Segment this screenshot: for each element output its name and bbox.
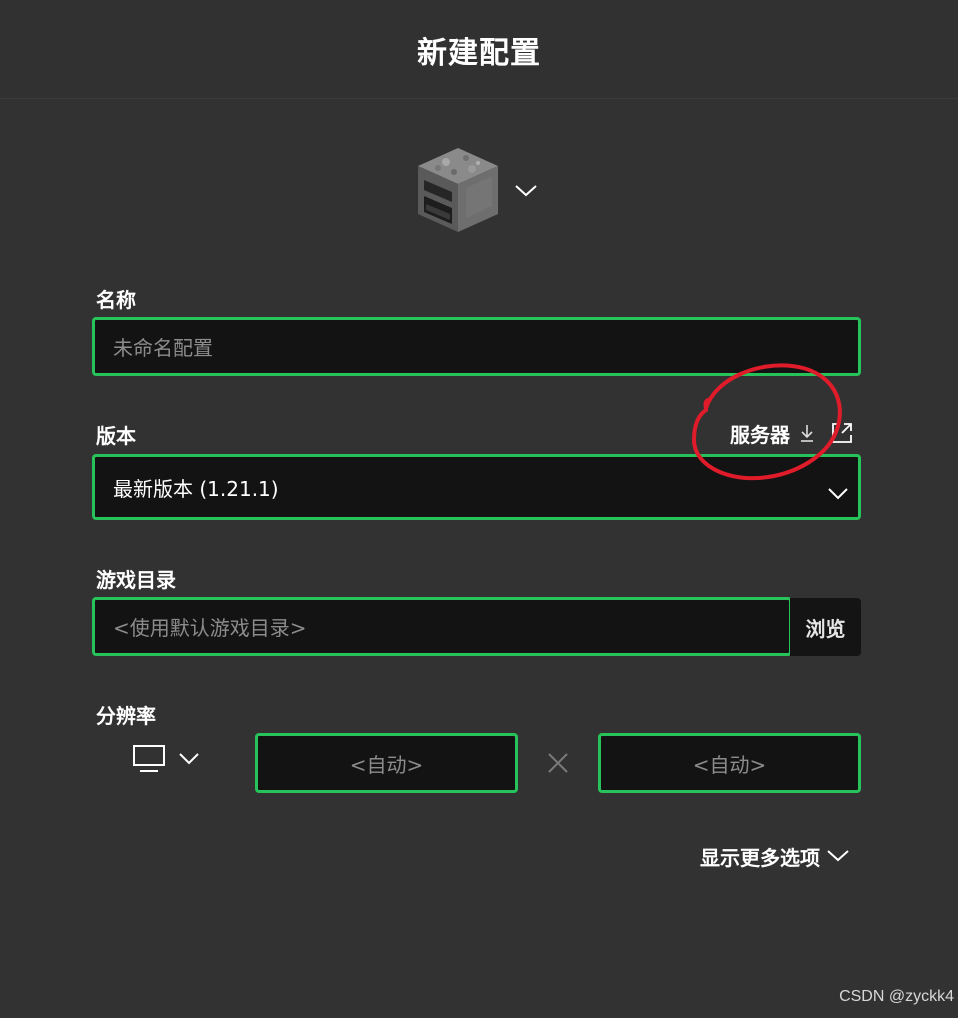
name-input[interactable]: 未命名配置 [92,317,861,376]
display-preset-dropdown[interactable] [132,744,202,778]
height-placeholder: <自动> [692,752,767,777]
monitor-icon [133,745,165,772]
profile-icon-picker[interactable] [416,144,540,236]
more-options-label: 显示更多选项 [700,845,820,870]
external-link-icon[interactable] [830,421,854,445]
furnace-block-icon [418,148,498,232]
watermark: CSDN @zyckk4 [839,988,954,1005]
width-placeholder: <自动> [349,752,424,777]
browse-button[interactable]: 浏览 [790,598,861,656]
server-download-link[interactable]: 服务器 [730,420,854,447]
version-select[interactable]: 最新版本 (1.21.1) [92,454,861,520]
server-label: 服务器 [730,422,790,447]
version-label: 版本 [96,424,136,448]
resolution-height-input[interactable]: <自动> [598,733,861,793]
page-title: 新建配置 [417,36,541,71]
game-dir-input[interactable]: <使用默认游戏目录> [92,597,792,656]
game-dir-label: 游戏目录 [96,568,176,592]
chevron-down-icon [515,185,537,197]
chevron-down-icon [828,488,848,500]
resolution-label: 分辨率 [96,704,156,728]
chevron-down-icon [179,753,199,765]
times-icon [548,753,568,773]
version-selected-value: 最新版本 (1.21.1) [113,476,279,501]
download-icon [801,425,813,442]
name-placeholder: 未命名配置 [113,336,213,360]
name-label: 名称 [96,288,136,312]
game-dir-placeholder: <使用默认游戏目录> [113,616,307,640]
chevron-down-icon [827,850,849,862]
resolution-width-input[interactable]: <自动> [255,733,518,793]
header: 新建配置 [0,0,958,99]
show-more-options-button[interactable]: 显示更多选项 [700,842,850,870]
